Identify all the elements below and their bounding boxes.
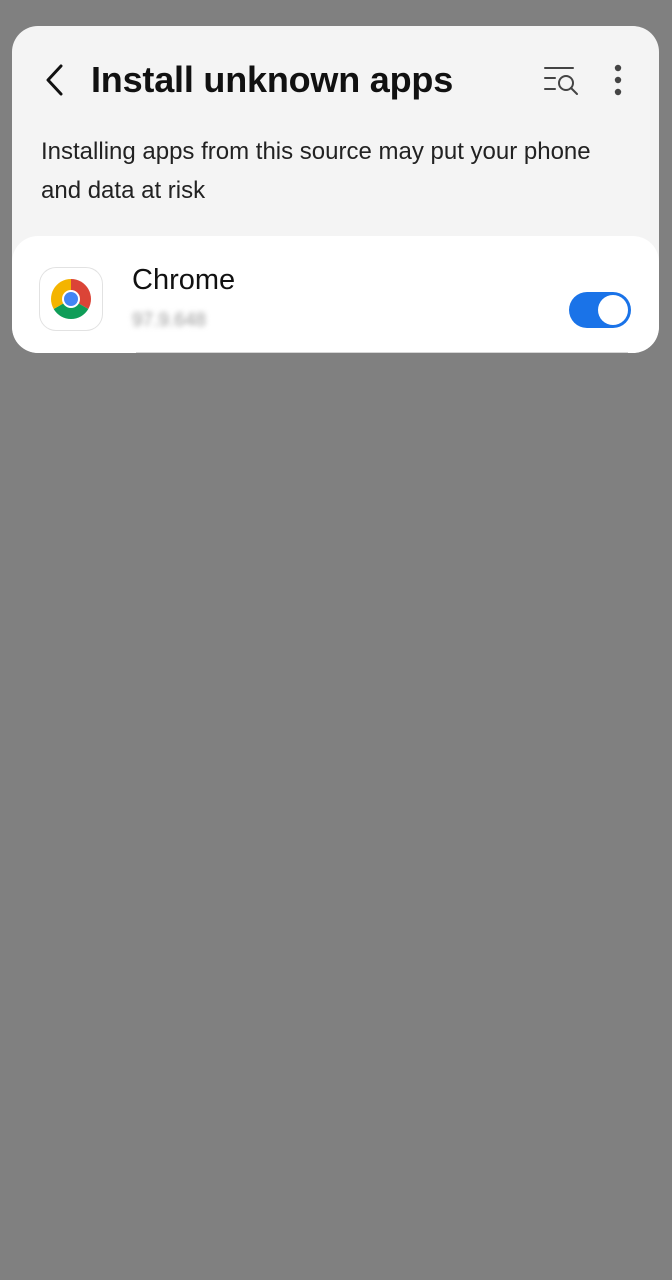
list-item[interactable]: Chrome 97.9.648 <box>12 236 659 353</box>
chevron-left-icon <box>46 64 63 96</box>
divider <box>136 352 628 353</box>
more-options-button[interactable] <box>604 58 632 102</box>
risk-warning-text: Installing apps from this source may put… <box>41 138 591 204</box>
app-bar: Install unknown apps <box>12 26 659 134</box>
app-icon <box>40 268 102 330</box>
app-list: Chrome 97.9.648 <box>12 236 659 353</box>
toggle-knob <box>598 295 628 325</box>
allow-toggle[interactable] <box>569 292 631 328</box>
more-vertical-icon <box>614 64 622 96</box>
page-title: Install unknown apps <box>91 59 454 100</box>
chrome-icon <box>51 279 91 319</box>
app-name: Chrome <box>132 264 236 296</box>
app-version: 97.9.648 <box>132 310 206 331</box>
list-search-icon <box>544 67 578 95</box>
back-button[interactable] <box>34 56 74 104</box>
settings-panel: Install unknown apps Installing apps fro… <box>12 26 659 353</box>
search-button[interactable] <box>539 58 583 102</box>
